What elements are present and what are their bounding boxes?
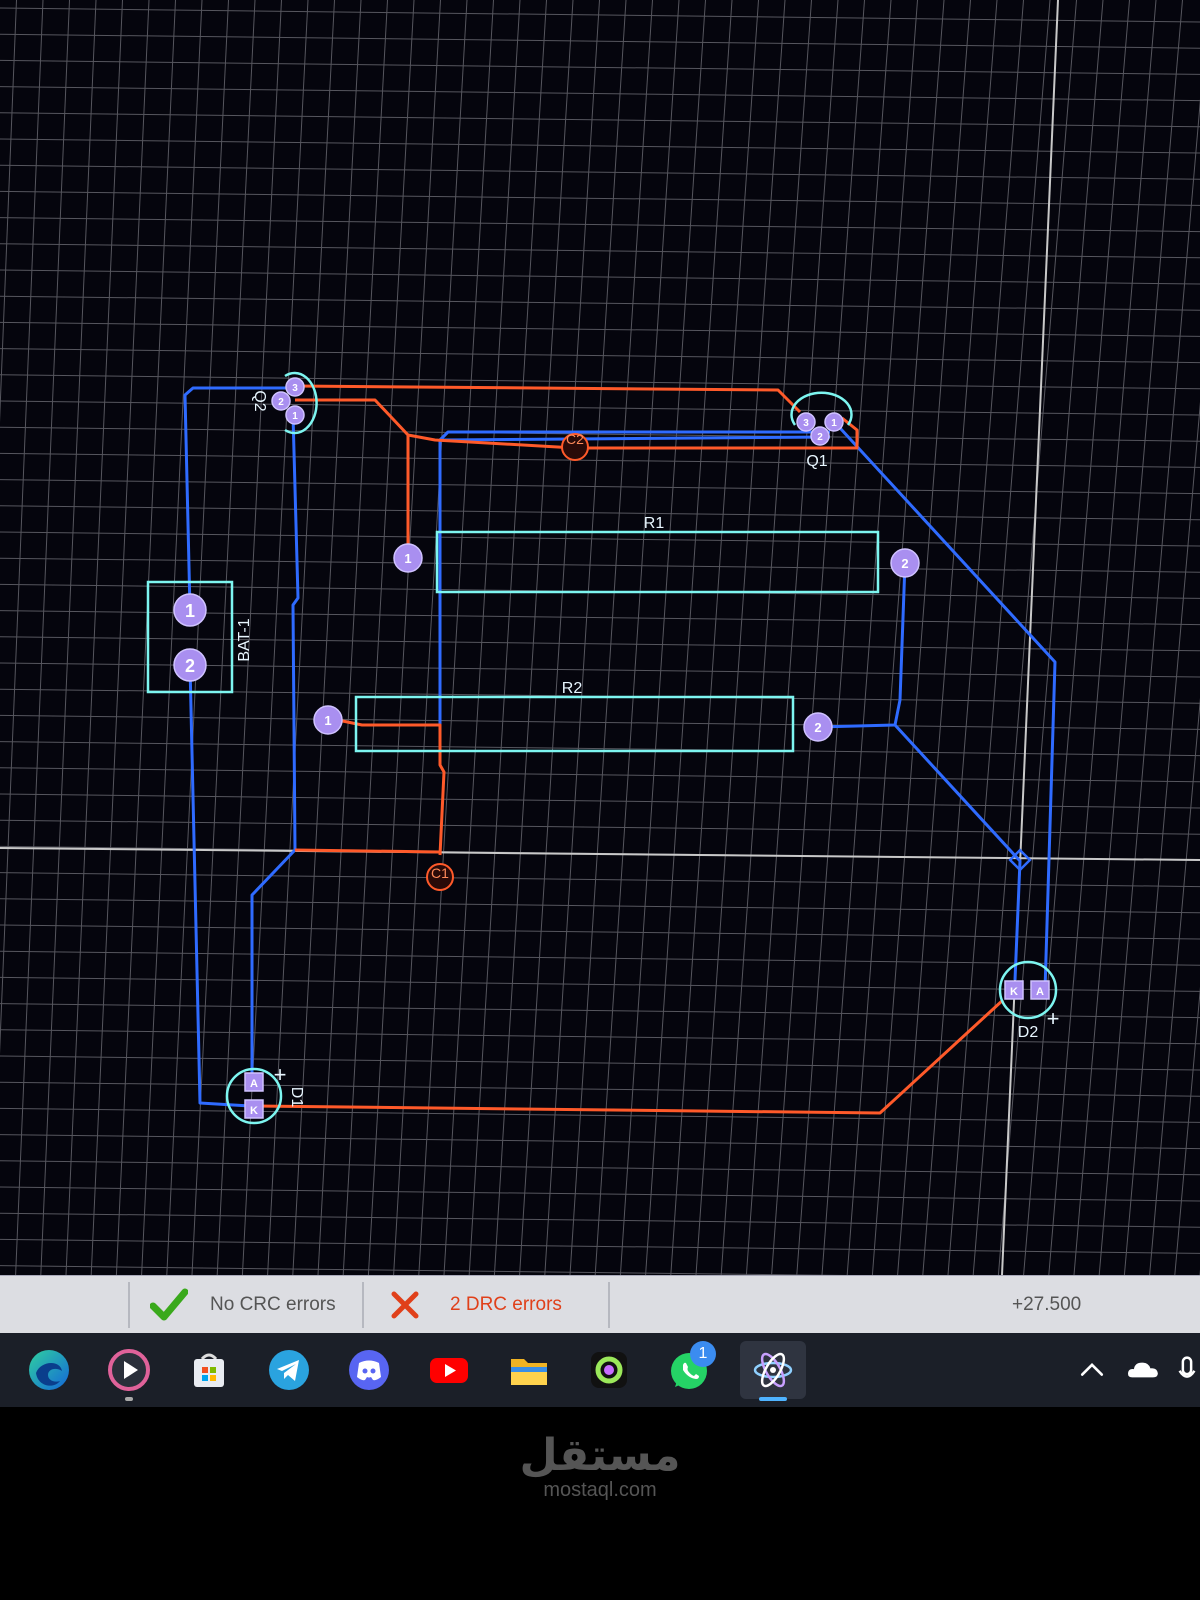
r2-pin2-label: 2: [814, 720, 821, 735]
discord-icon: [349, 1350, 389, 1390]
status-bar: No CRC errors 2 DRC errors +27.500: [0, 1275, 1200, 1334]
show-hidden-icons-button[interactable]: [1072, 1341, 1112, 1399]
pcb-layout-canvas[interactable]: C1 C2 1 2 1 2 1 2 3 2 1 3 1 2 A K K A R1…: [0, 0, 1200, 1275]
notification-badge: 1: [690, 1341, 716, 1367]
telegram-app-button[interactable]: [260, 1341, 318, 1399]
file-explorer-app-button[interactable]: [500, 1341, 558, 1399]
whatsapp-app-button[interactable]: 1: [660, 1341, 718, 1399]
file-explorer-icon: [511, 1359, 547, 1385]
check-icon: [150, 1288, 188, 1321]
cloud-icon: [1128, 1362, 1158, 1378]
telegram-icon: [269, 1350, 309, 1390]
coordinate-readout-text: +27.500: [1012, 1294, 1082, 1315]
q2-pin3-label: 3: [292, 383, 298, 394]
d2-cathode-label: K: [1010, 986, 1018, 998]
youtube-icon: [430, 1358, 468, 1383]
q2-ref: Q2: [251, 390, 268, 411]
d1-polarity: +: [274, 1062, 287, 1087]
drc-status-text: 2 DRC errors: [450, 1294, 562, 1315]
arc-app-button[interactable]: [580, 1341, 638, 1399]
d1-anode-label: A: [250, 1078, 258, 1090]
notification-count: 1: [698, 1345, 708, 1362]
media-player-icon: [108, 1349, 150, 1391]
status-divider: [608, 1282, 610, 1328]
d2-anode-label: A: [1036, 986, 1044, 998]
crc-status[interactable]: No CRC errors: [150, 1282, 360, 1328]
bat1-ref: BAT-1: [236, 618, 253, 661]
microphone-button[interactable]: [1174, 1341, 1200, 1399]
watermark: مستقل mostaql.com: [0, 1430, 1200, 1502]
bat1-pin1-label: 1: [185, 601, 195, 621]
proteus-app-button[interactable]: [740, 1341, 806, 1401]
chevron-up-icon: [1080, 1362, 1104, 1376]
q1-pin1-label: 1: [831, 418, 837, 429]
r1-pin1-label: 1: [404, 551, 411, 566]
taskbar: 1: [0, 1333, 1200, 1407]
media-player-app-button[interactable]: [100, 1341, 158, 1401]
coordinate-readout: +27.500: [1012, 1282, 1152, 1328]
running-indicator: [125, 1397, 133, 1401]
r1-ref: R1: [644, 515, 665, 532]
r1-pin2-label: 2: [901, 556, 908, 571]
active-indicator: [759, 1397, 787, 1401]
r2-pin1-label: 1: [324, 713, 331, 728]
c1-label: C1: [431, 865, 449, 881]
proteus-icon: [753, 1352, 793, 1388]
edge-app-button[interactable]: [20, 1341, 78, 1399]
q1-pin2-label: 2: [817, 432, 823, 443]
q1-ref: Q1: [806, 453, 827, 470]
q2-pin1-label: 1: [292, 411, 298, 422]
watermark-latin: mostaql.com: [543, 1479, 657, 1501]
d1-ref: D1: [288, 1087, 305, 1108]
error-x-icon: [391, 1291, 419, 1319]
arc-icon: [591, 1352, 627, 1388]
discord-app-button[interactable]: [340, 1341, 398, 1399]
microphone-icon: [1178, 1356, 1196, 1378]
d2-ref: D2: [1018, 1024, 1039, 1041]
status-divider: [128, 1282, 130, 1328]
c2-label: C2: [566, 431, 584, 447]
bat1-pin2-label: 2: [185, 656, 195, 676]
d2-polarity: +: [1047, 1006, 1060, 1031]
d1-cathode-label: K: [250, 1105, 258, 1117]
store-icon: [194, 1353, 224, 1387]
store-app-button[interactable]: [180, 1341, 238, 1399]
crc-status-text: No CRC errors: [210, 1294, 336, 1315]
drc-status[interactable]: 2 DRC errors: [390, 1282, 600, 1328]
q1-pin3-label: 3: [803, 418, 809, 429]
onedrive-button[interactable]: [1118, 1341, 1168, 1399]
status-divider: [362, 1282, 364, 1328]
r2-ref: R2: [562, 680, 583, 697]
edge-icon: [29, 1350, 69, 1390]
youtube-app-button[interactable]: [420, 1341, 478, 1399]
q2-pin2-label: 2: [278, 397, 284, 408]
watermark-arabic: مستقل: [519, 1430, 681, 1481]
